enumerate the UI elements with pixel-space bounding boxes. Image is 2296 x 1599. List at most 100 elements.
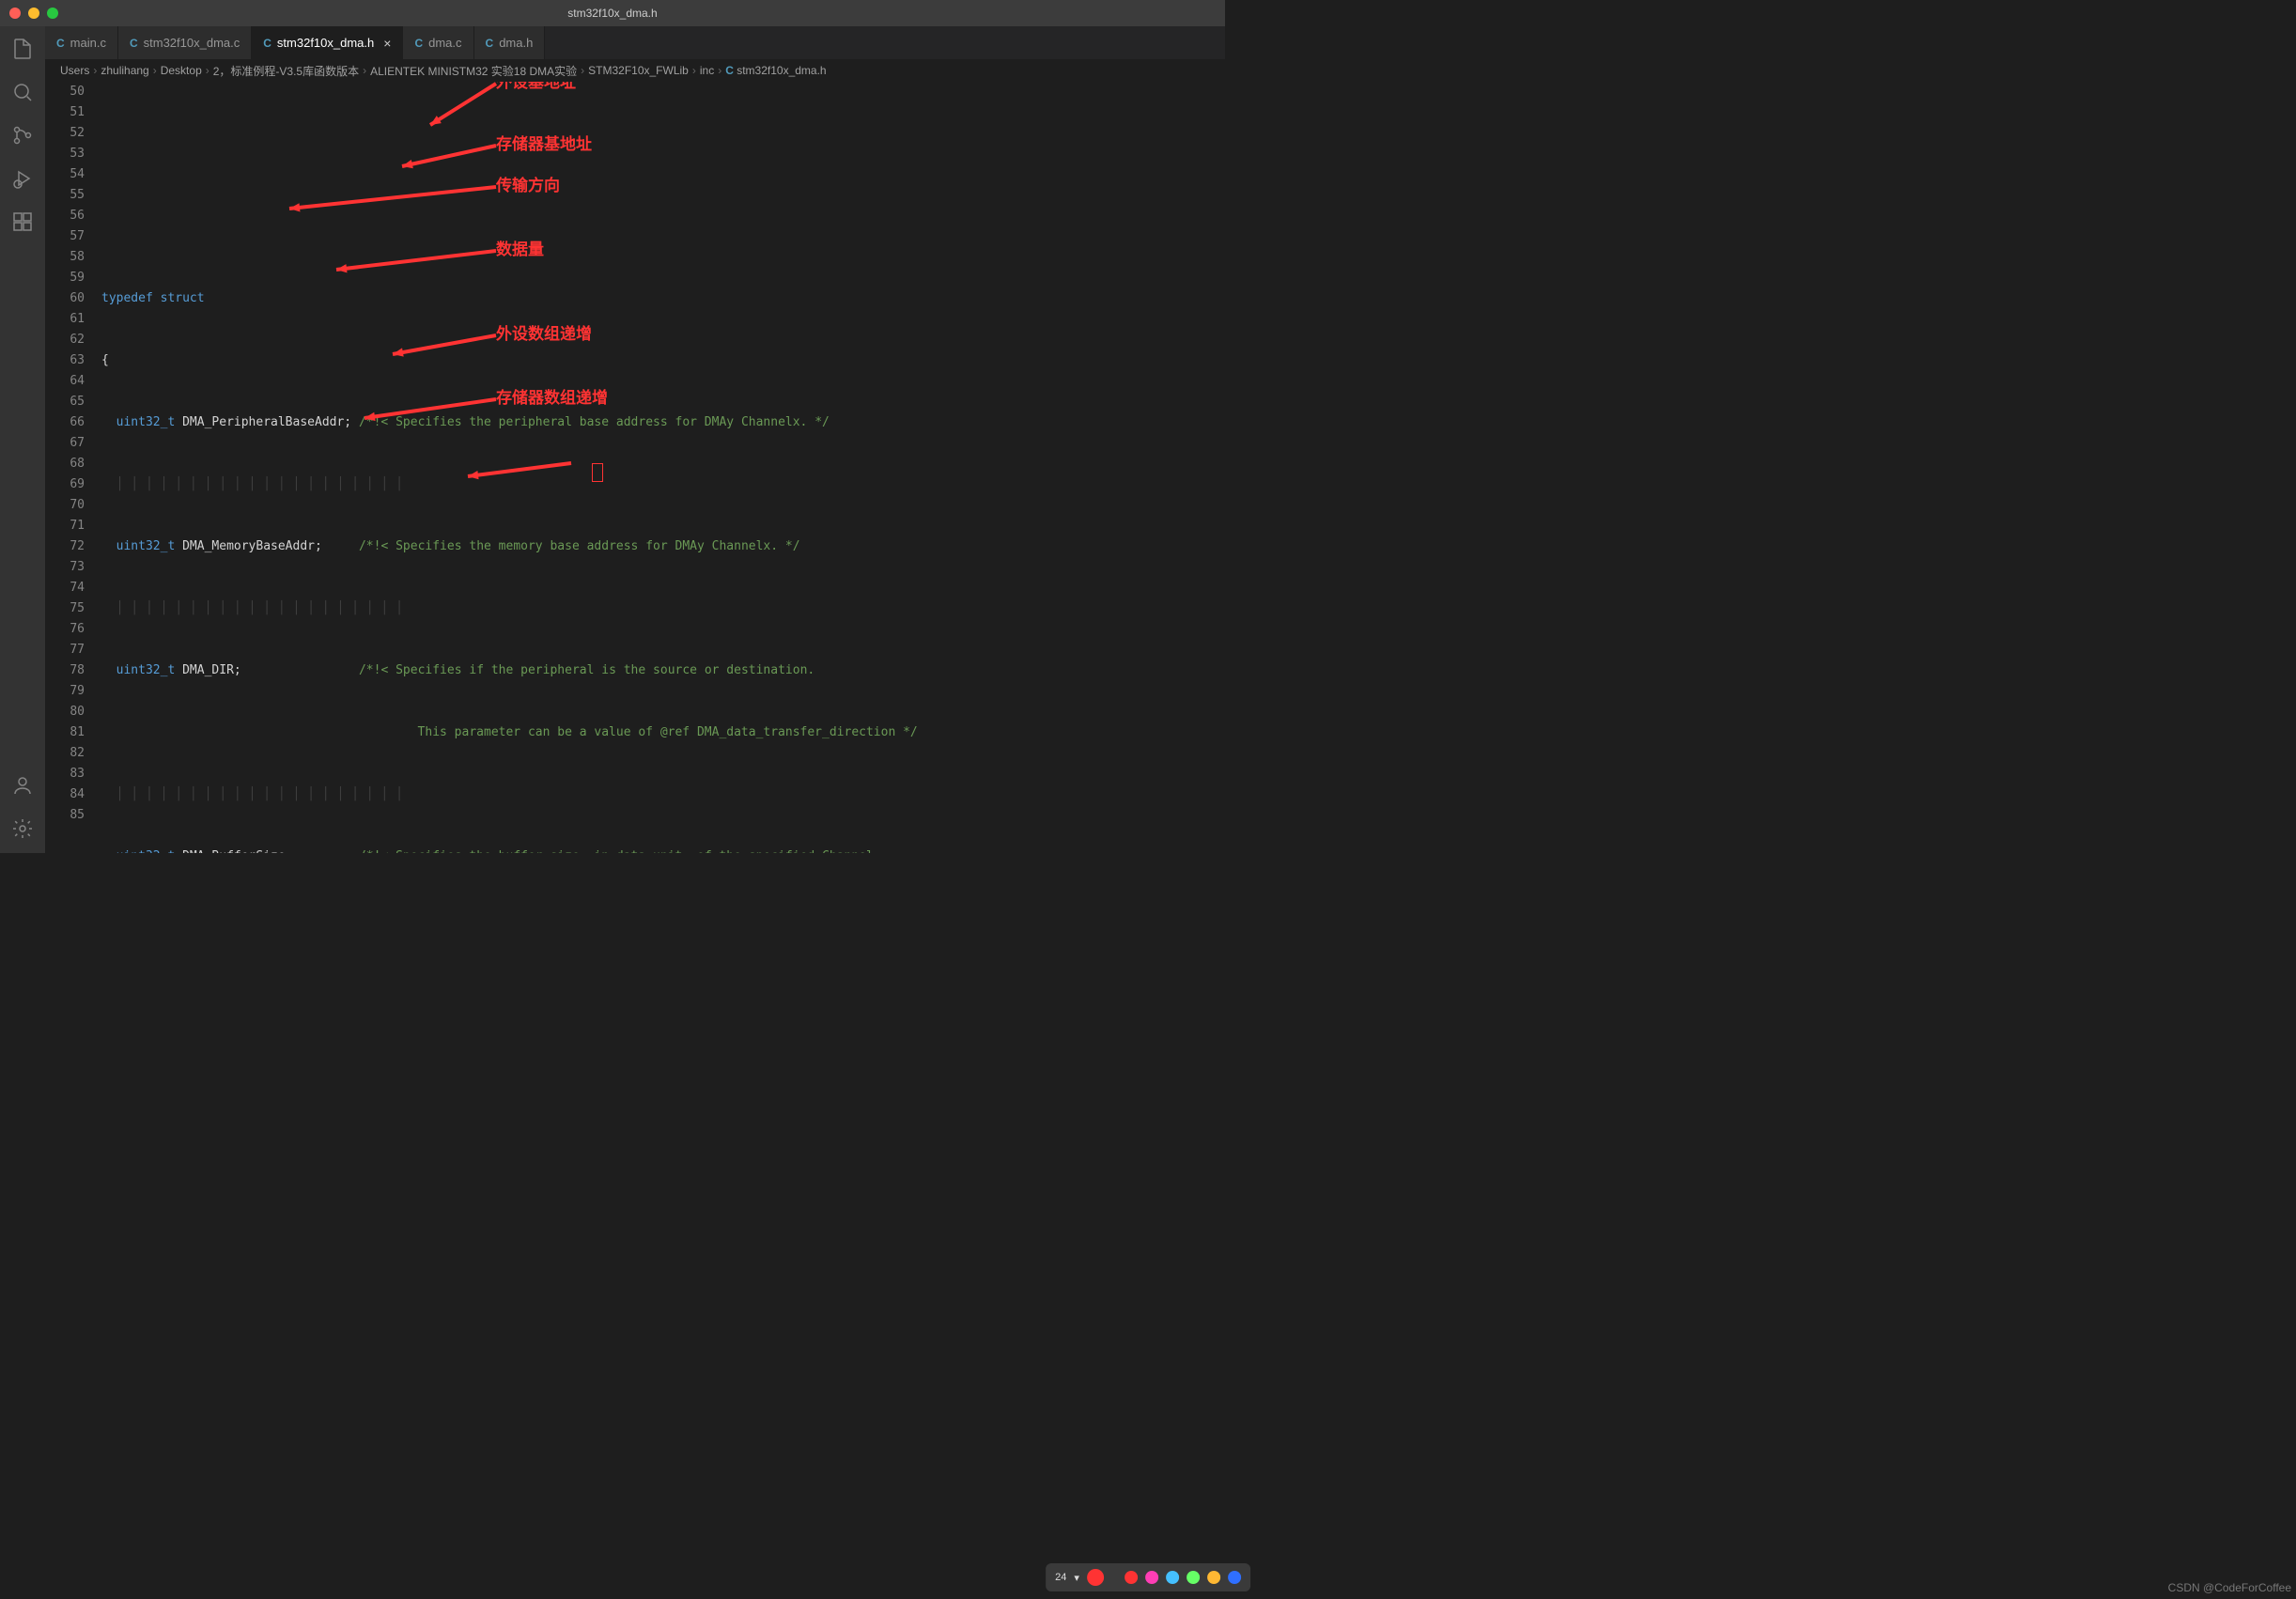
breadcrumb-segment[interactable]: Desktop [161,64,202,77]
scm-icon[interactable] [9,122,36,148]
color-picker-tool[interactable]: 24 ▾ [1046,1563,1250,1591]
tab-stm32f10x_dma-h[interactable]: Cstm32f10x_dma.h × [252,26,403,59]
breadcrumb-segment[interactable]: Users [60,64,89,77]
breadcrumb-file[interactable]: C stm32f10x_dma.h [725,64,826,77]
line-number: 60 [45,288,85,309]
line-number: 67 [45,433,85,454]
tabs: Cmain.cCstm32f10x_dma.cCstm32f10x_dma.h×… [45,26,1225,59]
line-number: 61 [45,309,85,330]
minimize-window[interactable] [28,8,39,19]
color-swatch[interactable] [1125,1571,1138,1584]
line-numbers: 5051525354555657585960616263646566676869… [45,82,101,853]
line-number: 62 [45,330,85,350]
tab-dma-h[interactable]: Cdma.h [474,26,546,59]
line-number: 76 [45,619,85,640]
chevron-right-icon: › [153,64,157,77]
c-file-icon: C [263,37,271,50]
chevron-right-icon: › [206,64,209,77]
color-swatch[interactable] [1228,1571,1241,1584]
breadcrumb-segment[interactable]: 2，标准例程-V3.5库函数版本 [213,63,359,79]
editor[interactable]: 5051525354555657585960616263646566676869… [45,82,1225,853]
line-number: 55 [45,185,85,206]
type: uint32_t [116,849,176,853]
window-title: stm32f10x_dma.h [567,7,657,20]
breadcrumb-segment[interactable]: ALIENTEK MINISTM32 实验18 DMA实验 [370,63,577,79]
line-number: 53 [45,144,85,164]
traffic-lights [9,8,58,19]
maximize-window[interactable] [47,8,58,19]
tab-label: stm32f10x_dma.c [144,36,240,50]
brush-size: 24 [1055,1572,1066,1583]
annotation-arrow-icon [322,237,510,284]
close-icon[interactable]: × [383,36,391,51]
tab-label: dma.c [428,36,461,50]
comment: /*!< Specifies the peripheral base addre… [359,415,830,429]
annotation-label: 存储器数组递增 [496,388,608,409]
comment: /*!< Specifies the memory base address f… [359,539,800,553]
annotation-label: 传输方向 [496,176,560,196]
color-swatch-current[interactable] [1087,1569,1104,1586]
breadcrumb[interactable]: Users › zhulihang › Desktop › 2，标准例程-V3.… [45,59,1225,82]
color-swatch[interactable] [1207,1571,1220,1584]
tab-label: stm32f10x_dma.h [277,36,374,50]
tab-dma-c[interactable]: Cdma.c [403,26,473,59]
chevron-right-icon: › [581,64,584,77]
annotation-label: 外设数组递增 [496,324,592,345]
line-number: 58 [45,247,85,268]
line-number: 84 [45,784,85,805]
color-swatch[interactable] [1145,1571,1158,1584]
keyword-typedef: typedef [101,291,153,305]
extensions-icon[interactable] [9,209,36,235]
c-file-icon: C [56,37,65,50]
close-window[interactable] [9,8,21,19]
brush-size-caret-icon[interactable]: ▾ [1074,1572,1079,1584]
comment: This parameter can be a value of @ref DM… [418,725,918,739]
annotation-label: 数据量 [496,240,544,260]
breadcrumb-segment[interactable]: zhulihang [101,64,148,77]
line-number: 85 [45,805,85,826]
annotation-arrow-icon [416,82,510,139]
account-icon[interactable] [9,772,36,799]
line-number: 63 [45,350,85,371]
annotation-arrow-icon [388,132,510,180]
tab-stm32f10x_dma-c[interactable]: Cstm32f10x_dma.c [118,26,252,59]
chevron-right-icon: › [93,64,97,77]
line-number: 82 [45,743,85,764]
line-number: 56 [45,206,85,226]
line-number: 51 [45,102,85,123]
keyword-struct: struct [161,291,205,305]
field-name: DMA_BufferSize; [182,849,292,853]
line-number: 73 [45,557,85,578]
line-number: 75 [45,598,85,619]
c-file-icon: C [414,37,423,50]
debug-icon[interactable] [9,165,36,192]
code-area[interactable]: 外设基地址存储器基地址传输方向数据量外设数组递增存储器数组递增 typedef … [101,82,1225,853]
activity-bar [0,26,45,853]
tab-label: dma.h [499,36,533,50]
line-number: 65 [45,392,85,412]
watermark: CSDN @CodeForCoffee [2168,1581,2291,1594]
line-number: 83 [45,764,85,784]
breadcrumb-segment[interactable]: inc [700,64,714,77]
color-swatch[interactable] [1187,1571,1200,1584]
tab-main-c[interactable]: Cmain.c [45,26,118,59]
c-file-icon: C [486,37,494,50]
chevron-right-icon: › [718,64,721,77]
line-number: 66 [45,412,85,433]
line-number: 59 [45,268,85,288]
annotation-label: 外设基地址 [496,82,576,93]
gear-icon[interactable] [9,815,36,842]
breadcrumb-segment[interactable]: STM32F10x_FWLib [588,64,689,77]
line-number: 50 [45,82,85,102]
c-file-icon: C [725,64,734,77]
explorer-icon[interactable] [9,36,36,62]
tab-label: main.c [70,36,106,50]
line-number: 77 [45,640,85,660]
line-number: 72 [45,536,85,557]
color-swatch[interactable] [1166,1571,1179,1584]
search-icon[interactable] [9,79,36,105]
line-number: 80 [45,702,85,722]
line-number: 54 [45,164,85,185]
field-name: DMA_MemoryBaseAddr; [182,539,322,553]
field-name: DMA_PeripheralBaseAddr; [182,415,351,429]
